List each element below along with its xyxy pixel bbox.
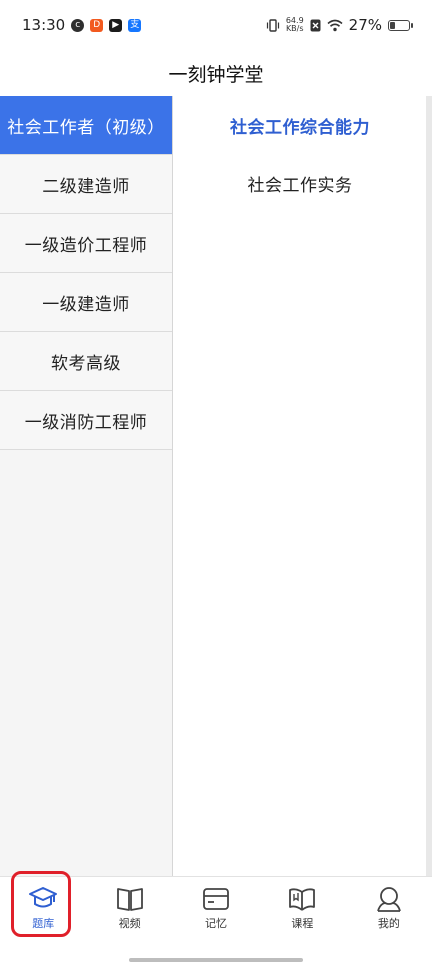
- status-right: 64.9 KB/s 27%: [266, 16, 413, 34]
- card-icon: [203, 888, 229, 910]
- alipay-notification-icon: 支: [128, 18, 142, 32]
- subject-list: 社会工作综合能力 社会工作实务: [174, 96, 426, 876]
- tab-question-bank[interactable]: 题库: [0, 871, 86, 939]
- category-item[interactable]: 一级消防工程师: [0, 391, 172, 450]
- status-time: 13:30: [22, 16, 66, 34]
- battery-icon: [388, 19, 413, 31]
- subject-item[interactable]: 社会工作实务: [174, 154, 426, 212]
- category-item[interactable]: 一级建造师: [0, 273, 172, 332]
- play-notification-icon: ▶: [109, 18, 123, 32]
- category-item[interactable]: 软考高级: [0, 332, 172, 391]
- tab-label: 我的: [377, 917, 400, 930]
- tab-mine[interactable]: 我的: [346, 877, 432, 939]
- status-bar: 13:30 c D ▶ 支 64.9 KB/s 27%: [0, 0, 432, 50]
- no-sim-icon: [310, 19, 321, 31]
- status-left: 13:30 c D ▶ 支: [22, 16, 142, 34]
- book-icon: [116, 888, 143, 911]
- graduation-cap-icon: [29, 887, 58, 908]
- app-notification-icon: D: [90, 18, 104, 32]
- battery-percent: 27%: [348, 16, 382, 34]
- tab-label: 课程: [291, 917, 314, 930]
- home-indicator[interactable]: [129, 958, 303, 962]
- vibrate-icon: [266, 18, 279, 32]
- subject-item[interactable]: 社会工作综合能力: [174, 96, 426, 154]
- tab-video[interactable]: 视频: [86, 877, 172, 939]
- network-speed-unit: KB/s: [285, 24, 304, 33]
- category-item[interactable]: 一级造价工程师: [0, 214, 172, 273]
- battery-level: [390, 21, 395, 29]
- wifi-icon: [327, 19, 343, 31]
- tab-label: 题库: [32, 917, 55, 930]
- bottom-tab-bar: 题库 视频 记忆 课程 我的: [0, 871, 432, 939]
- category-list: 社会工作者（初级） 二级建造师 一级造价工程师 一级建造师 软考高级 一级消防工…: [0, 96, 173, 876]
- tab-memory[interactable]: 记忆: [173, 877, 259, 939]
- category-item[interactable]: 社会工作者（初级）: [0, 96, 172, 155]
- network-speed: 64.9 KB/s: [286, 17, 304, 33]
- open-book-icon: [289, 888, 316, 911]
- user-icon: [376, 887, 401, 912]
- category-item[interactable]: 二级建造师: [0, 155, 172, 214]
- tab-label: 记忆: [205, 917, 228, 930]
- app-screen: 13:30 c D ▶ 支 64.9 KB/s 27% 一刻钟学堂 社会工作者（…: [0, 0, 432, 964]
- scrollbar[interactable]: [426, 96, 432, 876]
- tab-course[interactable]: 课程: [259, 877, 345, 939]
- tab-label: 视频: [118, 917, 141, 930]
- page-title: 一刻钟学堂: [168, 63, 264, 86]
- app-notification-icon: c: [71, 18, 85, 32]
